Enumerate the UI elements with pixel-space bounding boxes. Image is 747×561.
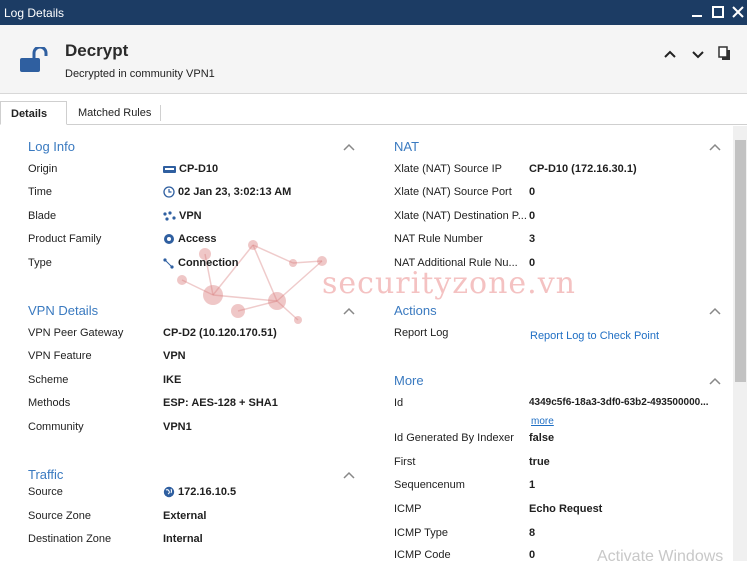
vpn-icon xyxy=(163,210,176,221)
field-value-nat-source-port: 0 xyxy=(529,186,536,198)
field-value-icmp: Echo Request xyxy=(529,503,603,515)
field-label-nat-destination-port: Xlate (NAT) Destination P... xyxy=(394,210,527,222)
field-value-blade: VPN xyxy=(163,210,202,222)
field-value-icmp-code: 0 xyxy=(529,549,536,561)
tab-divider xyxy=(160,105,161,121)
access-icon xyxy=(164,234,174,245)
field-value-time: 02 Jan 23, 3:02:13 AM xyxy=(163,186,291,198)
collapse-traffic-icon[interactable] xyxy=(343,471,355,479)
field-label-source: Source xyxy=(28,486,63,498)
field-label-origin: Origin xyxy=(28,163,58,175)
copy-icon[interactable] xyxy=(716,45,734,63)
product-family-text: Access xyxy=(178,233,217,245)
field-label-time: Time xyxy=(28,186,53,198)
section-title-vpn-details: VPN Details xyxy=(28,303,99,318)
next-log-icon[interactable] xyxy=(689,45,707,63)
field-value-product-family: Access xyxy=(163,233,217,245)
field-label-source-zone: Source Zone xyxy=(28,510,91,522)
field-label-nat-rule-number: NAT Rule Number xyxy=(394,233,483,245)
collapse-vpn-details-icon[interactable] xyxy=(343,307,355,315)
field-label-vpn-feature: VPN Feature xyxy=(28,350,92,362)
field-value-source-zone: External xyxy=(163,510,207,522)
field-value-icmp-type: 8 xyxy=(529,527,536,539)
field-label-report-log: Report Log xyxy=(394,327,449,339)
unlocked-lock-icon xyxy=(20,47,48,72)
blade-text: VPN xyxy=(179,210,202,222)
minimize-icon[interactable] xyxy=(688,3,706,21)
field-label-icmp-code: ICMP Code xyxy=(394,549,451,561)
close-icon[interactable] xyxy=(729,3,747,21)
scrollbar-thumb[interactable] xyxy=(735,140,746,382)
connection-icon xyxy=(163,257,174,269)
watermark-network-graphic xyxy=(177,240,327,324)
field-value-community: VPN1 xyxy=(163,421,192,433)
section-title-nat: NAT xyxy=(394,139,420,154)
field-value-methods: ESP: AES-128 + SHA1 xyxy=(163,397,278,409)
type-text: Connection xyxy=(178,257,239,269)
section-title-more: More xyxy=(394,373,424,388)
collapse-nat-icon[interactable] xyxy=(709,143,721,151)
field-value-nat-source-ip: CP-D10 (172.16.30.1) xyxy=(529,163,637,175)
log-subtitle: Decrypted in community VPN1 xyxy=(65,68,215,80)
field-label-product-family: Product Family xyxy=(28,233,102,245)
tab-details[interactable]: Details xyxy=(0,101,67,125)
field-value-origin: CP-D10 xyxy=(163,163,218,175)
field-label-vpn-peer-gateway: VPN Peer Gateway xyxy=(28,327,124,339)
field-value-sequencenum: 1 xyxy=(529,479,536,491)
section-title-log-info: Log Info xyxy=(28,139,75,154)
field-value-source: 172.16.10.5 xyxy=(163,486,236,498)
globe-icon xyxy=(163,486,175,498)
field-value-id: 4349c5f6-18a3-3df0-63b2-493500000... xyxy=(529,397,709,408)
origin-text: CP-D10 xyxy=(179,163,219,175)
watermark-text: securityzone.vn xyxy=(322,266,576,301)
detail-tabs: Details Matched Rules xyxy=(0,101,747,125)
id-more-link[interactable]: more xyxy=(531,416,554,427)
window-title: Log Details xyxy=(4,6,65,20)
field-value-nat-destination-port: 0 xyxy=(529,210,536,222)
field-label-destination-zone: Destination Zone xyxy=(28,533,112,545)
report-log-link[interactable]: Report Log to Check Point xyxy=(530,330,659,342)
field-value-nat-rule-number: 3 xyxy=(529,233,536,245)
field-value-scheme: IKE xyxy=(163,374,182,386)
field-value-vpn-peer-gateway: CP-D2 (10.120.170.51) xyxy=(163,327,277,339)
field-label-sequencenum: Sequencenum xyxy=(394,479,465,491)
field-value-destination-zone: Internal xyxy=(163,533,203,545)
field-label-blade: Blade xyxy=(28,210,57,222)
field-label-icmp: ICMP xyxy=(394,503,422,515)
window-titlebar: Log Details xyxy=(0,0,747,25)
field-label-icmp-type: ICMP Type xyxy=(394,527,449,539)
source-text: 172.16.10.5 xyxy=(178,486,237,498)
clock-icon xyxy=(163,186,175,198)
field-label-community: Community xyxy=(28,421,84,433)
collapse-actions-icon[interactable] xyxy=(709,307,721,315)
field-label-methods: Methods xyxy=(28,397,71,409)
field-value-type: Connection xyxy=(163,257,239,269)
previous-log-icon[interactable] xyxy=(661,45,679,63)
tab-matched-rules[interactable]: Matched Rules xyxy=(68,101,161,125)
gateway-icon xyxy=(163,166,176,174)
time-text: 02 Jan 23, 3:02:13 AM xyxy=(178,186,292,198)
section-title-traffic: Traffic xyxy=(28,467,64,482)
activate-windows-notice: Activate Windows xyxy=(597,548,724,561)
log-title: Decrypt xyxy=(65,41,129,60)
collapse-more-icon[interactable] xyxy=(709,377,721,385)
field-label-first: First xyxy=(394,456,416,468)
field-label-type: Type xyxy=(28,257,52,269)
log-header: Decrypt Decrypted in community VPN1 xyxy=(0,25,747,94)
field-label-scheme: Scheme xyxy=(28,374,69,386)
section-title-actions: Actions xyxy=(394,303,437,318)
field-value-vpn-feature: VPN xyxy=(163,350,186,362)
field-label-id: Id xyxy=(394,397,404,409)
field-label-nat-source-ip: Xlate (NAT) Source IP xyxy=(394,163,502,175)
maximize-icon[interactable] xyxy=(709,3,727,21)
field-label-id-generated: Id Generated By Indexer xyxy=(394,432,514,444)
collapse-log-info-icon[interactable] xyxy=(343,143,355,151)
field-value-first: true xyxy=(529,456,550,468)
field-label-nat-source-port: Xlate (NAT) Source Port xyxy=(394,186,512,198)
field-value-id-generated: false xyxy=(529,432,555,444)
